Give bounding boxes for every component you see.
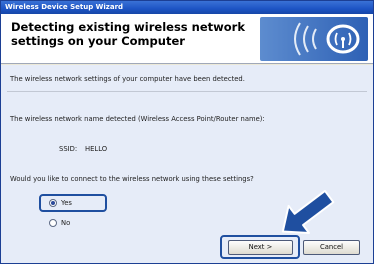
radio-yes-circle[interactable] — [49, 199, 57, 207]
divider — [7, 91, 367, 92]
wireless-signal-logo-icon — [260, 17, 368, 61]
radio-no-circle[interactable] — [49, 219, 57, 227]
cancel-button[interactable]: Cancel — [303, 240, 360, 255]
wizard-window: Wireless Device Setup Wizard Detecting e… — [0, 0, 374, 264]
radio-no-label: No — [61, 219, 71, 227]
next-button[interactable]: Next > — [228, 240, 293, 255]
wizard-header: Detecting existing wireless network sett… — [1, 14, 373, 64]
ssid-label: SSID: — [59, 145, 78, 153]
radio-no[interactable]: No — [49, 219, 70, 227]
network-name-label: The wireless network name detected (Wire… — [10, 115, 265, 123]
radio-yes-label: Yes — [61, 199, 72, 207]
window-title: Wireless Device Setup Wizard — [1, 1, 373, 14]
ssid-value: HELLO — [85, 145, 108, 153]
page-title: Detecting existing wireless network sett… — [11, 20, 245, 48]
radio-yes[interactable]: Yes — [49, 199, 72, 207]
detected-message: The wireless network settings of your co… — [10, 75, 245, 83]
question-text: Would you like to connect to the wireles… — [10, 175, 254, 183]
pointer-arrow-icon — [281, 189, 335, 234]
